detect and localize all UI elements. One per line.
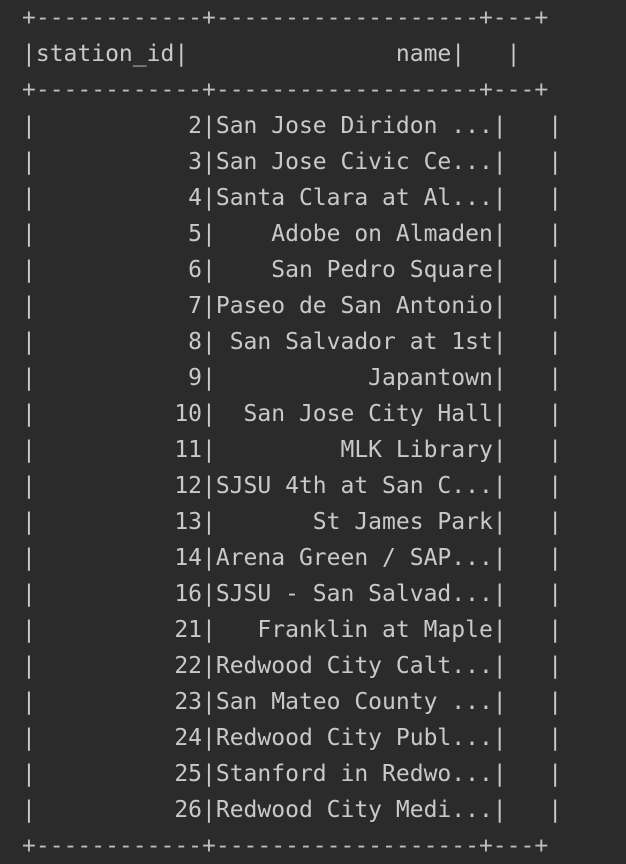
table-row: | 21| Franklin at Maple| | <box>22 617 563 643</box>
table-row: | 9| Japantown| | <box>22 365 563 391</box>
table-row: | 16|SJSU - San Salvad...| | <box>22 581 563 607</box>
table-row: | 25|Stanford in Redwo...| | <box>22 761 563 787</box>
table-row: | 11| MLK Library| | <box>22 437 563 463</box>
table-row: | 10| San Jose City Hall| | <box>22 401 563 427</box>
table-row: | 2|San Jose Diridon ...| | <box>22 113 563 139</box>
table-row: | 24|Redwood City Publ...| | <box>22 725 563 751</box>
table-row: | 6| San Pedro Square| | <box>22 257 563 283</box>
terminal-output: +------------+-------------------+---+ |s… <box>22 0 622 859</box>
table-row: | 26|Redwood City Medi...| | <box>22 797 563 823</box>
table-row: | 14|Arena Green / SAP...| | <box>22 545 563 571</box>
table-border-bottom: +------------+-------------------+---+ <box>22 833 549 859</box>
table-row: | 3|San Jose Civic Ce...| | <box>22 149 563 175</box>
table-header: |station_id| name| | <box>22 41 521 67</box>
table-row: | 8| San Salvador at 1st| | <box>22 329 563 355</box>
table-row: | 5| Adobe on Almaden| | <box>22 221 563 247</box>
table-row: | 23|San Mateo County ...| | <box>22 689 563 715</box>
table-row: | 4|Santa Clara at Al...| | <box>22 185 563 211</box>
table-row: | 22|Redwood City Calt...| | <box>22 653 563 679</box>
table-row: | 7|Paseo de San Antonio| | <box>22 293 563 319</box>
table-border-mid: +------------+-------------------+---+ <box>22 77 549 103</box>
table-row: | 12|SJSU 4th at San C...| | <box>22 473 563 499</box>
table-row: | 13| St James Park| | <box>22 509 563 535</box>
table-border-top: +------------+-------------------+---+ <box>22 5 549 31</box>
